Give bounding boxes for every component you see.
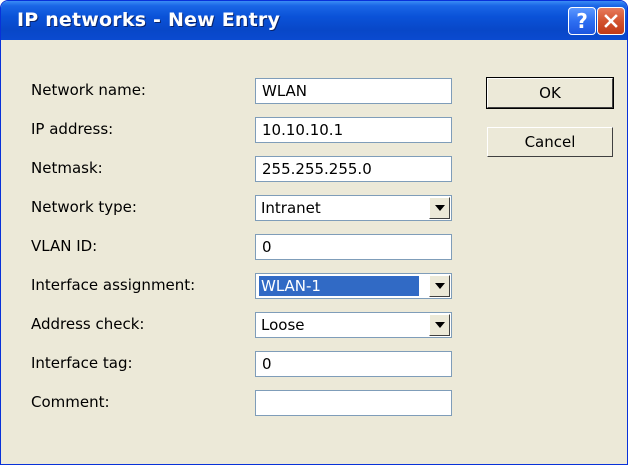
comment-label: Comment: (31, 393, 110, 411)
network-type-value: Intranet (261, 199, 321, 217)
interface-assignment-label: Interface assignment: (31, 276, 196, 294)
address-check-dropdown-button[interactable] (429, 314, 450, 336)
ip-address-label: IP address: (31, 120, 114, 138)
close-button[interactable] (597, 7, 625, 35)
vlan-id-label: VLAN ID: (31, 237, 98, 255)
network-type-select[interactable]: Intranet (255, 195, 452, 221)
dialog-body: Network name: WLAN IP address: 10.10.10.… (1, 40, 627, 464)
network-type-label: Network type: (31, 198, 137, 216)
help-icon: ? (576, 9, 588, 33)
chevron-down-icon (434, 283, 445, 289)
help-button[interactable]: ? (568, 7, 596, 35)
address-check-select[interactable]: Loose (255, 312, 452, 338)
network-name-label: Network name: (31, 81, 146, 99)
network-type-dropdown-button[interactable] (429, 197, 450, 219)
interface-assignment-select[interactable]: WLAN-1 (255, 273, 452, 299)
interface-assignment-dropdown-button[interactable] (429, 275, 450, 297)
address-check-value: Loose (261, 316, 305, 334)
dialog-title: IP networks - New Entry (17, 9, 281, 31)
comment-field[interactable] (255, 390, 452, 416)
interface-tag-label: Interface tag: (31, 354, 133, 372)
chevron-down-icon (434, 205, 445, 211)
netmask-field[interactable]: 255.255.255.0 (255, 156, 452, 182)
address-check-label: Address check: (31, 315, 145, 333)
interface-assignment-value: WLAN-1 (258, 275, 420, 297)
cancel-button[interactable]: Cancel (487, 127, 613, 157)
network-name-field[interactable]: WLAN (255, 78, 452, 104)
dialog-window: IP networks - New Entry ? Network name: … (0, 0, 628, 465)
netmask-label: Netmask: (31, 159, 103, 177)
ok-button[interactable]: OK (486, 77, 614, 109)
close-icon (604, 14, 618, 28)
interface-tag-field[interactable]: 0 (255, 351, 452, 377)
title-bar[interactable]: IP networks - New Entry ? (1, 1, 627, 40)
vlan-id-field[interactable]: 0 (255, 234, 452, 260)
chevron-down-icon (434, 322, 445, 328)
ip-address-field[interactable]: 10.10.10.1 (255, 117, 452, 143)
